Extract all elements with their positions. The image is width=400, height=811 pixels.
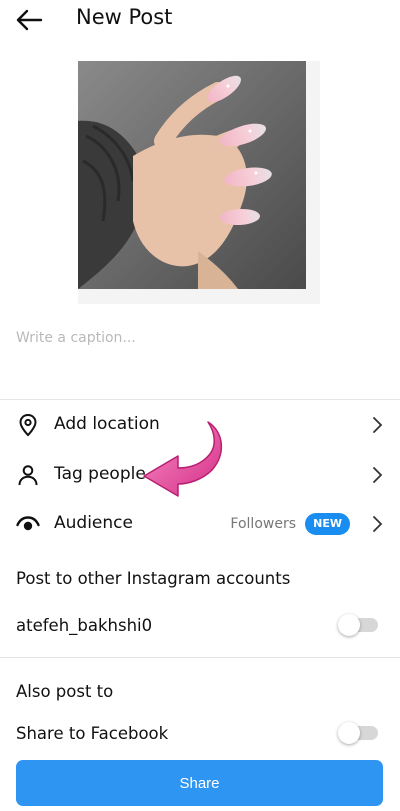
tag-people-label: Tag people: [54, 464, 146, 484]
caption-input[interactable]: Write a caption...: [16, 330, 136, 346]
facebook-toggle[interactable]: [338, 722, 378, 744]
share-button[interactable]: Share: [16, 760, 383, 806]
chevron-right-icon: [373, 516, 383, 532]
share-to-facebook-label: Share to Facebook: [16, 724, 169, 743]
account-toggle[interactable]: [338, 614, 378, 636]
toggle-knob: [338, 614, 360, 636]
eye-icon: [16, 516, 40, 531]
arrow-left-icon[interactable]: [14, 6, 44, 34]
person-icon: [18, 465, 38, 486]
other-accounts-title: Post to other Instagram accounts: [16, 569, 291, 588]
post-image[interactable]: [78, 61, 306, 289]
location-pin-icon: [19, 413, 37, 437]
audience-row[interactable]: Audience Followers NEW: [0, 502, 400, 546]
top-bar: New Post: [0, 0, 400, 42]
toggle-knob: [338, 722, 360, 744]
new-badge: NEW: [305, 513, 350, 535]
also-post-title: Also post to: [16, 682, 114, 701]
divider: [0, 657, 400, 658]
divider: [0, 399, 400, 400]
page-title: New Post: [76, 5, 173, 29]
audience-label: Audience: [54, 513, 133, 533]
audience-value: Followers: [230, 516, 296, 532]
account-name: atefeh_bakhshi0: [16, 616, 153, 635]
annotation-arrow-icon: [143, 421, 222, 497]
post-image-frame: [78, 61, 320, 304]
chevron-right-icon: [373, 467, 383, 483]
chevron-right-icon: [373, 417, 383, 433]
